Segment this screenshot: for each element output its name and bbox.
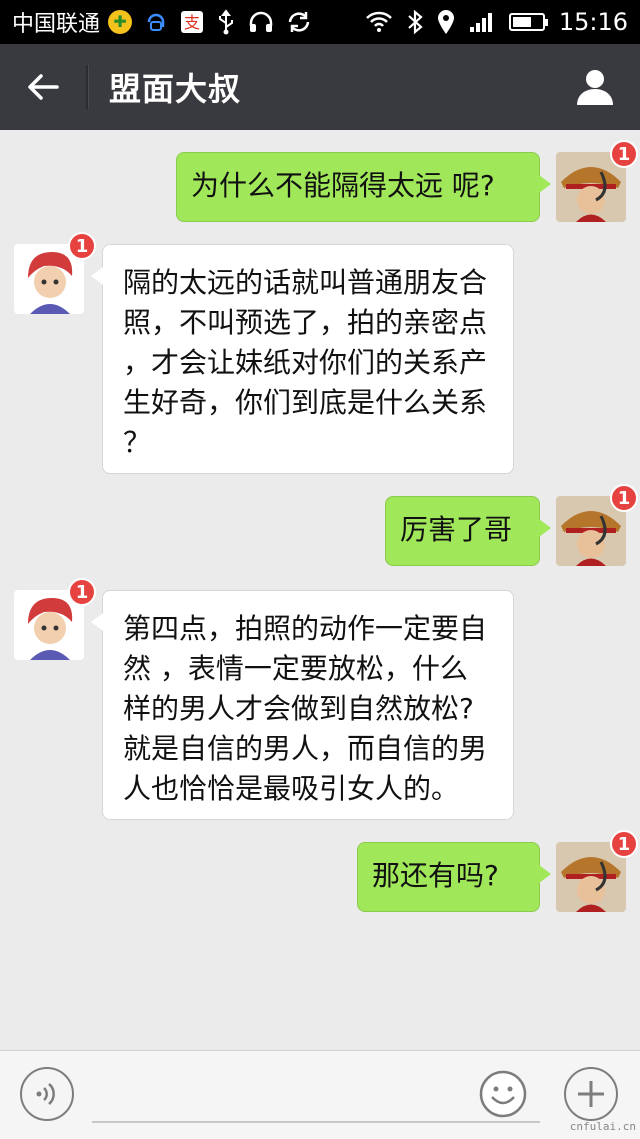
avatar-self[interactable]: 1 (556, 484, 638, 566)
chat-header: 盟面大叔 (0, 44, 640, 130)
unread-badge: 1 (68, 232, 96, 260)
unread-badge: 1 (610, 484, 638, 512)
avatar-contact[interactable]: 1 (14, 578, 96, 660)
message-bubble-incoming[interactable]: 第四点，拍照的动作一定要自 然 ，表情一定要放松，什么 样的男人才会做到自然放松… (91, 590, 514, 820)
arrow-left-icon (28, 74, 59, 100)
message-line: 人也恰恰是最吸引女人的。 (123, 772, 460, 805)
unread-badge: 1 (610, 140, 638, 168)
unread-badge: 1 (68, 578, 96, 606)
alipay-icon: 支 (180, 10, 204, 34)
status-bar: 中国联通 ✚ 支 15:16 (0, 0, 640, 44)
message-line: 就是自信的男人，而自信的男 (123, 732, 488, 765)
message-line: 第四点，拍照的动作一定要自 (123, 612, 488, 645)
message-line: 隔的太远的话就叫普通朋友合 (123, 266, 488, 299)
voice-icon (36, 1083, 55, 1105)
chat-title: 盟面大叔 (109, 70, 242, 108)
voice-button[interactable] (20, 1067, 74, 1121)
svg-text:支: 支 (184, 13, 200, 32)
cross-plus-icon: ✚ (108, 10, 133, 34)
message-bubble-outgoing[interactable]: 为什么不能隔得太远 呢? (176, 152, 551, 222)
input-bar (0, 1050, 640, 1139)
headset-bot-icon (144, 10, 168, 34)
plus-icon (578, 1081, 604, 1107)
emoji-button[interactable] (476, 1067, 530, 1121)
battery-icon (508, 13, 548, 31)
header-divider (86, 65, 89, 109)
avatar-contact[interactable]: 1 (14, 232, 96, 314)
headphones-icon (248, 10, 274, 34)
smiley-icon (479, 1070, 527, 1118)
notification-icons: ✚ 支 (108, 9, 312, 35)
carrier-label: 中国联通 (12, 12, 101, 37)
usb-icon (216, 9, 236, 35)
unread-badge: 1 (610, 830, 638, 858)
message-line: ？ (123, 426, 152, 459)
message-line: ，才会让妹纸对你们的关系产 (123, 346, 488, 379)
message-text: 为什么不能隔得太远 呢? (191, 169, 495, 202)
message-line: 样的男人才会做到自然放松? (123, 692, 474, 725)
message-bubble-outgoing[interactable]: 厉害了哥 (385, 496, 551, 566)
message-text: 厉害了哥 (400, 513, 513, 546)
message-line: 生好奇，你们到底是什么关系 (123, 386, 488, 419)
person-icon (577, 70, 613, 105)
more-button[interactable] (564, 1067, 618, 1121)
system-icons: 15:16 (365, 8, 628, 36)
back-button[interactable] (0, 44, 86, 130)
clock: 15:16 (558, 8, 628, 36)
message-text: 那还有吗? (372, 859, 499, 892)
avatar-self[interactable]: 1 (556, 830, 638, 912)
message-bubble-incoming[interactable]: 隔的太远的话就叫普通朋友合 照，不叫预选了，拍的亲密点 ，才会让妹纸对你们的关系… (91, 244, 514, 474)
message-input[interactable] (92, 1121, 540, 1123)
signal-icon (469, 11, 495, 33)
message-line: 然 ，表情一定要放松，什么 (123, 652, 468, 685)
message-bubble-outgoing[interactable]: 那还有吗? (357, 842, 551, 912)
avatar-self[interactable]: 1 (556, 140, 638, 222)
sync-icon (286, 10, 312, 34)
chat-info-button[interactable] (550, 44, 640, 130)
bluetooth-icon (407, 10, 423, 34)
location-icon (437, 9, 455, 35)
watermark: cnfulai.cn (569, 1120, 636, 1133)
message-line: 照，不叫预选了，拍的亲密点 (123, 306, 488, 339)
wifi-icon (365, 11, 393, 33)
